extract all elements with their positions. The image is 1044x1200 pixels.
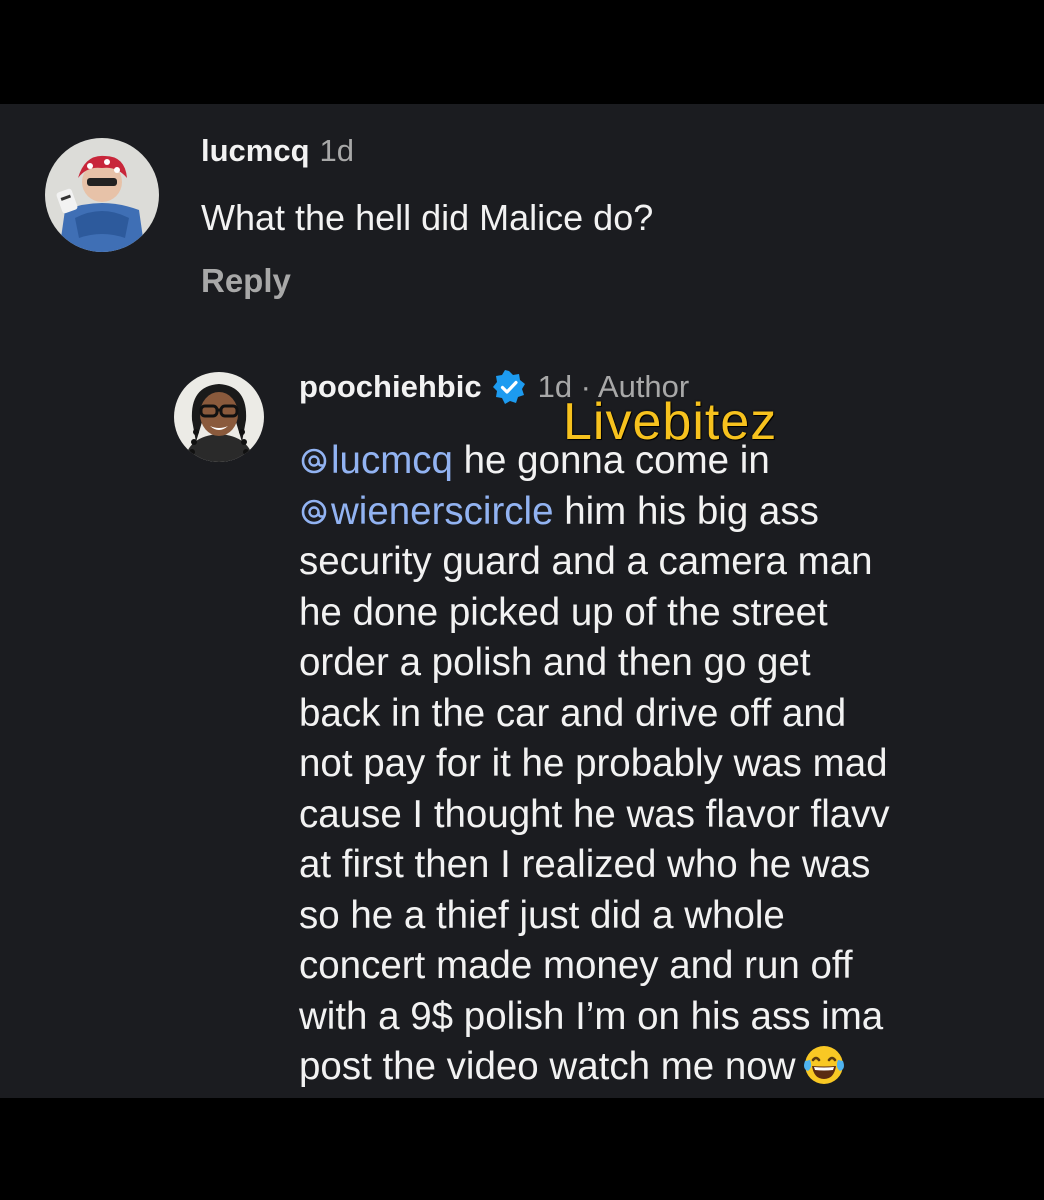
username[interactable]: poochiehbic [299, 368, 482, 406]
verified-badge-icon [492, 370, 526, 404]
comment-text: lucmcq he gonna come in wienerscircle hi… [299, 436, 1019, 1093]
comment-line: back in the car and drive off and [299, 691, 847, 735]
comment-text-fragment: post the video watch me now [299, 1045, 796, 1088]
reply-button[interactable]: Reply [201, 262, 291, 300]
timestamp: 1d · Author [537, 369, 690, 404]
username[interactable]: lucmcq [201, 133, 310, 168]
comment-text: What the hell did Malice do? [201, 197, 654, 238]
mention-text: lucmcq [331, 439, 453, 482]
comment-line: with a 9$ polish I’m on his ass ima [299, 994, 884, 1038]
comment-line: not pay for it he probably was mad [299, 742, 888, 785]
comment-line: wienerscircle him his big ass [299, 487, 1019, 538]
comment-line: security guard and a camera man [299, 540, 873, 583]
mention-text: wienerscircle [331, 489, 554, 533]
comment-line: so he a thief just did a whole [299, 893, 785, 937]
comment-text-fragment: he gonna come in [452, 439, 770, 482]
comment-text-fragment: him his big ass [553, 489, 819, 533]
comment-header: poochiehbic 1d · Author [299, 368, 689, 406]
mention-link[interactable]: lucmcq [299, 439, 453, 482]
comment-line: he done picked up of the street [299, 590, 828, 634]
lucmcq-avatar[interactable] [45, 138, 159, 252]
threads-icon [301, 499, 327, 524]
laughing-tears-emoji-icon [803, 1046, 844, 1084]
threads-icon [301, 448, 327, 474]
comment-line: lucmcq he gonna come in [299, 436, 1019, 487]
poochiehbic-avatar[interactable] [174, 372, 264, 462]
comment-line: order a polish and then go get [299, 641, 811, 684]
comment-line: cause I thought he was flavor flavv [299, 792, 890, 836]
comment-header: lucmcq 1d [201, 133, 354, 169]
comment-line: concert made money and run off [299, 944, 853, 987]
timestamp: 1d [319, 133, 355, 168]
mention-link[interactable]: wienerscircle [299, 490, 554, 533]
comment-line: at first then I realized who he was [299, 843, 871, 886]
comment-line: post the video watch me now [299, 1042, 1019, 1093]
